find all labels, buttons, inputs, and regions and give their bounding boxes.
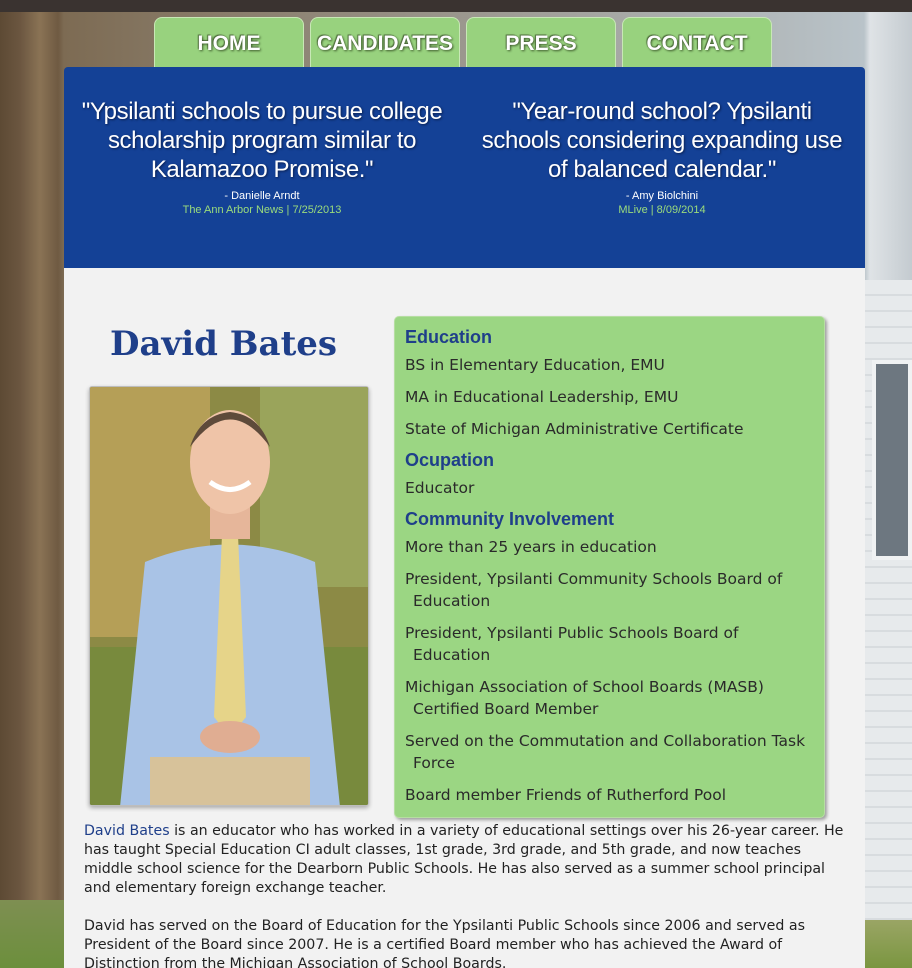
occupation-heading: Ocupation <box>405 450 494 470</box>
press-quote: "Ypsilanti schools to pursue college sch… <box>72 97 452 216</box>
list-item: Educator <box>405 479 475 497</box>
candidate-profile: David Bates Education BS in Elementary E… <box>64 268 865 968</box>
press-quotes-banner: "Ypsilanti schools to pursue college sch… <box>64 67 865 268</box>
background-house-window <box>872 360 912 560</box>
list-item: Served on the Commutation and Collaborat… <box>405 732 806 772</box>
community-involvement-heading: Community Involvement <box>405 509 615 529</box>
education-heading: Education <box>405 327 493 347</box>
quote-text: "Ypsilanti schools to pursue college sch… <box>81 98 443 183</box>
quote-source-link[interactable]: The Ann Arbor News | 7/25/2013 <box>72 204 452 216</box>
candidate-bio: David Bates is an educator who has worke… <box>84 822 844 968</box>
candidate-name-heading: David Bates <box>110 324 338 364</box>
quote-text: "Year-round school? Ypsilanti schools co… <box>481 98 843 183</box>
quote-source-link[interactable]: MLive | 8/09/2014 <box>472 204 852 216</box>
quote-author: - Danielle Arndt <box>224 190 300 202</box>
press-quote: "Year-round school? Ypsilanti schools co… <box>472 97 852 216</box>
candidate-portrait-image <box>90 387 368 805</box>
main-nav: HOME CANDIDATES PRESS CONTACT <box>154 17 774 69</box>
candidate-photo <box>89 386 369 806</box>
quote-author: - Amy Biolchini <box>625 190 699 202</box>
background-top-strip <box>0 0 912 12</box>
nav-tab-candidates[interactable]: CANDIDATES <box>310 17 460 69</box>
nav-tab-home[interactable]: HOME <box>154 17 304 69</box>
list-item: More than 25 years in education <box>405 538 657 556</box>
list-item: State of Michigan Administrative Certifi… <box>405 420 744 438</box>
list-item: Board member Friends of Rutherford Pool <box>405 786 727 804</box>
list-item: BS in Elementary Education, EMU <box>405 356 665 374</box>
list-item: Michigan Association of School Boards (M… <box>405 678 764 718</box>
bio-text: is an educator who has worked in a varie… <box>84 823 844 896</box>
bio-paragraph: David has served on the Board of Educati… <box>84 918 805 968</box>
nav-tab-press[interactable]: PRESS <box>466 17 616 69</box>
background-grass-left <box>0 900 64 968</box>
background-grass-right <box>864 920 912 968</box>
bio-name: David Bates <box>84 823 170 839</box>
list-item: MA in Educational Leadership, EMU <box>405 388 679 406</box>
list-item: President, Ypsilanti Public Schools Boar… <box>405 624 739 664</box>
nav-tab-contact[interactable]: CONTACT <box>622 17 772 69</box>
candidate-info-box: Education BS in Elementary Education, EM… <box>394 316 825 818</box>
list-item: President, Ypsilanti Community Schools B… <box>405 570 783 610</box>
bio-paragraph: David Bates is an educator who has worke… <box>84 822 844 898</box>
